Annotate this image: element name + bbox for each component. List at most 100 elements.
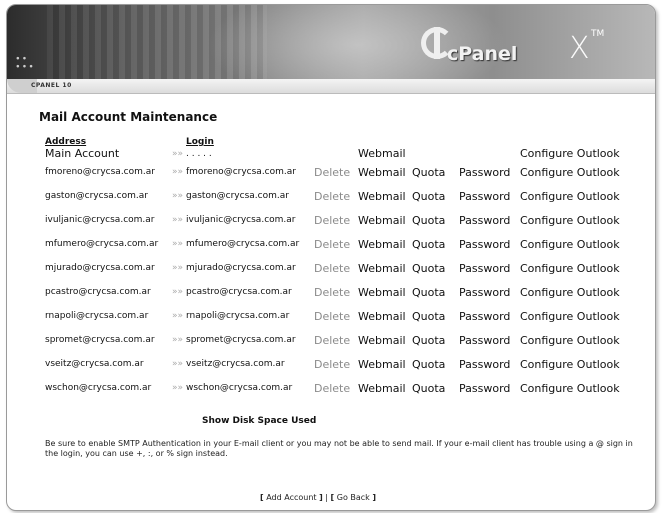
table-row: fmoreno@crycsa.com.ar»» fmoreno@crycsa.co… (45, 160, 630, 184)
quota-link[interactable]: Quota (412, 160, 459, 184)
configure-outlook-link[interactable]: Configure Outlook (520, 280, 630, 304)
webmail-link[interactable]: Webmail (358, 304, 412, 328)
webmail-link[interactable]: Webmail (358, 232, 412, 256)
main-account-password-placeholder (459, 147, 520, 160)
delete-link[interactable]: Delete (314, 328, 358, 352)
password-link[interactable]: Password (459, 208, 520, 232)
row-separator-icon: »» (172, 359, 184, 369)
configure-outlook-link[interactable]: Configure Outlook (520, 352, 630, 376)
configure-outlook-link[interactable]: Configure Outlook (520, 184, 630, 208)
footer-divider: | (325, 493, 328, 502)
row-separator-icon: »» (172, 167, 184, 177)
main-content: Mail Account Maintenance Address Login M… (7, 93, 655, 510)
quota-link[interactable]: Quota (412, 232, 459, 256)
table-row: pcastro@crycsa.com.ar»» pcastro@crycsa.co… (45, 280, 630, 304)
breadcrumb-bar: CPANEL 10 (7, 79, 655, 94)
account-login: ivuljanic@crycsa.com.ar (186, 215, 296, 225)
configure-outlook-link[interactable]: Configure Outlook (520, 232, 630, 256)
cpanel-logo: cPanel X TM (421, 27, 604, 71)
quota-link[interactable]: Quota (412, 184, 459, 208)
delete-link[interactable]: Delete (314, 352, 358, 376)
webmail-link[interactable]: Webmail (358, 184, 412, 208)
webmail-link[interactable]: Webmail (358, 160, 412, 184)
webmail-link[interactable]: Webmail (358, 376, 412, 400)
configure-outlook-link[interactable]: Configure Outlook (520, 376, 630, 400)
bracket-close: ] (319, 493, 323, 502)
main-account-delete-placeholder (314, 147, 358, 160)
account-address: wschon@crycsa.com.ar (45, 383, 152, 393)
configure-outlook-link[interactable]: Configure Outlook (520, 304, 630, 328)
account-address: spromet@crycsa.com.ar (45, 335, 155, 345)
row-separator-icon: »» (172, 335, 184, 345)
webmail-link[interactable]: Webmail (358, 256, 412, 280)
add-account-link[interactable]: Add Account (266, 493, 316, 502)
bracket-open-2: [ (330, 493, 335, 502)
breadcrumb[interactable]: CPANEL 10 (31, 82, 72, 89)
quota-link[interactable]: Quota (412, 304, 459, 328)
webmail-link[interactable]: Webmail (358, 352, 412, 376)
row-separator-icon: »» (172, 239, 184, 249)
main-account-login: . . . . . (186, 148, 212, 159)
quota-link[interactable]: Quota (412, 328, 459, 352)
webmail-link[interactable]: Webmail (358, 280, 412, 304)
account-login: spromet@crycsa.com.ar (186, 335, 296, 345)
account-address: rnapoli@crycsa.com.ar (45, 311, 149, 321)
password-link[interactable]: Password (459, 304, 520, 328)
quota-link[interactable]: Quota (412, 208, 459, 232)
password-link[interactable]: Password (459, 160, 520, 184)
configure-outlook-link[interactable]: Configure Outlook (520, 256, 630, 280)
configure-outlook-link[interactable]: Configure Outlook (520, 328, 630, 352)
table-row: vseitz@crycsa.com.ar»» vseitz@crycsa.com.… (45, 352, 630, 376)
delete-link[interactable]: Delete (314, 280, 358, 304)
page-title: Mail Account Maintenance (39, 110, 218, 124)
column-header-spacer (172, 137, 186, 147)
column-header-actions (314, 137, 630, 147)
password-link[interactable]: Password (459, 280, 520, 304)
main-account-configure-outlook-link[interactable]: Configure Outlook (520, 147, 630, 160)
account-address: gaston@crycsa.com.ar (45, 191, 148, 201)
main-account-webmail-link[interactable]: Webmail (358, 147, 412, 160)
delete-link[interactable]: Delete (314, 256, 358, 280)
column-header-login[interactable]: Login (186, 137, 314, 147)
column-header-address[interactable]: Address (45, 137, 172, 147)
account-address: vseitz@crycsa.com.ar (45, 359, 144, 369)
cpanel-logo-text: cPanel (447, 43, 518, 65)
main-account-label: Main Account (45, 147, 120, 160)
password-link[interactable]: Password (459, 184, 520, 208)
show-disk-space-link[interactable]: Show Disk Space Used (202, 416, 316, 426)
password-link[interactable]: Password (459, 256, 520, 280)
table-row: mjurado@crycsa.com.ar»» mjurado@crycsa.co… (45, 256, 630, 280)
go-back-link[interactable]: Go Back (337, 493, 370, 502)
trademark-mark: TM (591, 29, 605, 39)
quota-link[interactable]: Quota (412, 352, 459, 376)
row-separator-icon: »» (172, 287, 184, 297)
footer-links: [ Add Account ] | [ Go Back ] (260, 493, 376, 502)
webmail-link[interactable]: Webmail (358, 328, 412, 352)
password-link[interactable]: Password (459, 352, 520, 376)
quota-link[interactable]: Quota (412, 280, 459, 304)
delete-link[interactable]: Delete (314, 376, 358, 400)
main-account-quota-placeholder (412, 147, 459, 160)
header-banner: ∙∙ ∙∙∙ cPanel X TM (7, 5, 655, 79)
quota-link[interactable]: Quota (412, 376, 459, 400)
account-address: mfumero@crycsa.com.ar (45, 239, 159, 249)
quota-link[interactable]: Quota (412, 256, 459, 280)
delete-link[interactable]: Delete (314, 160, 358, 184)
row-separator-icon: »» (172, 311, 184, 321)
delete-link[interactable]: Delete (314, 304, 358, 328)
password-link[interactable]: Password (459, 376, 520, 400)
account-address: mjurado@crycsa.com.ar (45, 263, 155, 273)
password-link[interactable]: Password (459, 232, 520, 256)
row-separator-icon: »» (172, 383, 184, 393)
account-login: vseitz@crycsa.com.ar (186, 359, 285, 369)
webmail-link[interactable]: Webmail (358, 208, 412, 232)
account-login: pcastro@crycsa.com.ar (186, 287, 292, 297)
configure-outlook-link[interactable]: Configure Outlook (520, 208, 630, 232)
delete-link[interactable]: Delete (314, 208, 358, 232)
account-login: gaston@crycsa.com.ar (186, 191, 289, 201)
delete-link[interactable]: Delete (314, 184, 358, 208)
configure-outlook-link[interactable]: Configure Outlook (520, 160, 630, 184)
password-link[interactable]: Password (459, 328, 520, 352)
table-row: wschon@crycsa.com.ar»» wschon@crycsa.com.… (45, 376, 630, 400)
delete-link[interactable]: Delete (314, 232, 358, 256)
